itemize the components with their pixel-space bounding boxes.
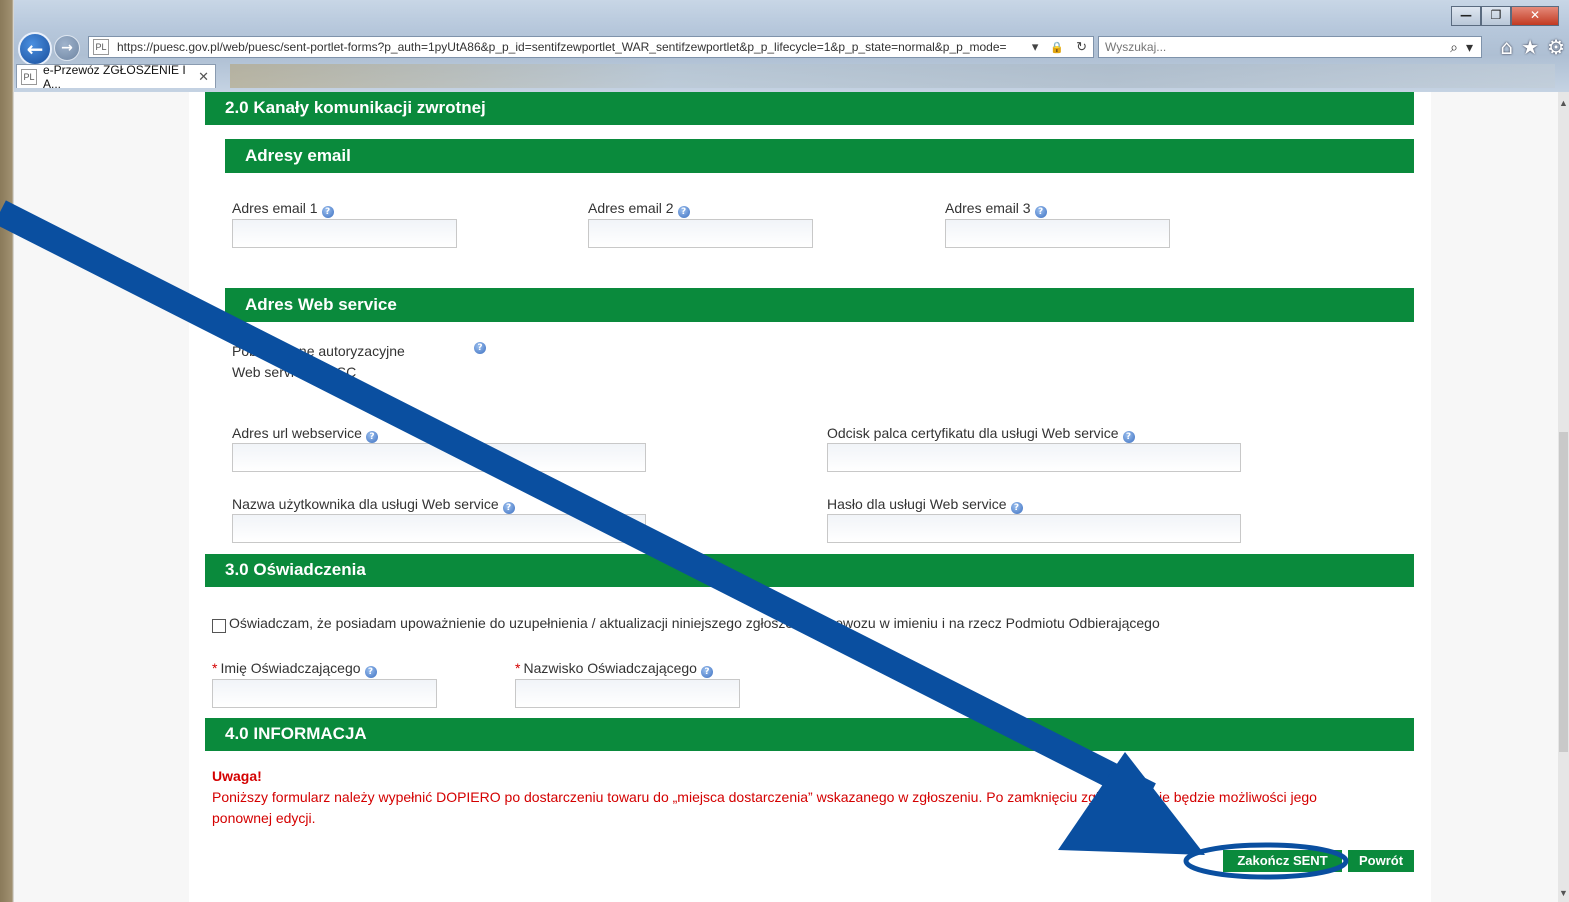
ws-url-input[interactable] (232, 443, 646, 472)
ws-password-input[interactable] (827, 514, 1241, 543)
search-bar[interactable]: ⌕ ▾ (1098, 36, 1482, 58)
help-icon[interactable]: ? (677, 206, 690, 218)
tab-strip (230, 64, 1555, 88)
minimize-button[interactable]: — (1451, 6, 1481, 26)
email-1-input[interactable] (232, 219, 457, 248)
fetch-auth-label: Pobierz dane autoryzacyjne Web service z… (232, 341, 405, 383)
section-header-feedback: 2.0 Kanały komunikacji zwrotnej (205, 92, 1414, 125)
back-form-button[interactable]: Powrót (1348, 850, 1414, 872)
email-2-label: Adres email 2? (588, 200, 690, 218)
warning-message: Uwaga! Poniższy formularz należy wypełni… (212, 766, 1392, 829)
fetch-auth-label-line2: Web service z SISC (232, 364, 357, 380)
site-favicon-icon: PL (93, 39, 109, 55)
help-icon[interactable]: ? (321, 206, 334, 218)
scroll-up-icon[interactable]: ▲ (1558, 98, 1569, 108)
ws-password-label: Hasło dla usługi Web service? (827, 496, 1023, 514)
close-tab-icon[interactable]: ✕ (198, 69, 209, 85)
back-button[interactable]: ← (18, 32, 52, 66)
ws-fingerprint-input[interactable] (827, 443, 1241, 472)
window-controls: — ❐ ✕ (1451, 6, 1559, 26)
email-2-input[interactable] (588, 219, 813, 248)
refresh-icon[interactable]: ↻ (1076, 39, 1087, 55)
finish-sent-button[interactable]: Zakończ SENT (1223, 850, 1345, 872)
authorization-checkbox[interactable] (212, 619, 226, 633)
warning-text-line1: Poniższy formularz należy wypełnić DOPIE… (212, 789, 1317, 805)
page-viewport: 2.0 Kanały komunikacji zwrotnej Adresy e… (14, 92, 1558, 902)
close-window-button[interactable]: ✕ (1511, 6, 1559, 26)
section-header-info: 4.0 INFORMACJA (205, 718, 1414, 751)
scrollbar-thumb[interactable] (1559, 432, 1568, 752)
url-dropdown-icon[interactable]: ▾ (1032, 39, 1039, 55)
help-icon[interactable]: ? (1034, 206, 1047, 218)
ws-url-label: Adres url webservice? (232, 425, 378, 443)
warning-title: Uwaga! (212, 768, 262, 784)
ws-fingerprint-label: Odcisk palca certyfikatu dla usługi Web … (827, 425, 1135, 443)
section-header-emails: Adresy email (225, 139, 1414, 173)
settings-gear-icon[interactable]: ⚙ (1547, 35, 1565, 59)
restore-button[interactable]: ❐ (1481, 6, 1511, 26)
browser-tab[interactable]: PL e-Przewóz ZGŁOSZENIE I A... ✕ (16, 62, 216, 91)
help-icon[interactable]: ? (365, 431, 378, 443)
ws-username-input[interactable] (232, 514, 646, 543)
browser-toolbar: ⌂ ★ ⚙ (1500, 35, 1565, 59)
tab-favicon-icon: PL (21, 68, 37, 85)
search-dropdown-icon[interactable]: ▾ (1466, 39, 1473, 56)
section-header-declarations: 3.0 Oświadczenia (205, 554, 1414, 587)
favorites-star-icon[interactable]: ★ (1521, 35, 1539, 59)
address-bar[interactable]: PL ▾ 🔒 ↻ (88, 36, 1094, 58)
required-mark: * (212, 660, 218, 676)
email-3-label: Adres email 3? (945, 200, 1047, 218)
required-mark: * (515, 660, 521, 676)
fetch-auth-label-line1: Pobierz dane autoryzacyjne (232, 343, 405, 359)
warning-text-line2: ponownej edycji. (212, 810, 316, 826)
arrow-left-icon: ← (26, 37, 44, 61)
last-name-label: * Nazwisko Oświadczającego? (515, 660, 713, 678)
help-icon[interactable]: ? (700, 666, 713, 678)
last-name-input[interactable] (515, 679, 740, 708)
section-header-webservice: Adres Web service (225, 288, 1414, 322)
lock-icon[interactable]: 🔒 (1050, 41, 1064, 54)
url-input[interactable] (115, 39, 1026, 55)
authorization-checkbox-label: Oświadczam, że posiadam upoważnienie do … (229, 615, 1160, 631)
email-1-label: Adres email 1? (232, 200, 334, 218)
tab-title: e-Przewóz ZGŁOSZENIE I A... (43, 62, 186, 91)
email-3-input[interactable] (945, 219, 1170, 248)
search-icon[interactable]: ⌕ (1450, 39, 1458, 56)
help-icon[interactable]: ? (1010, 502, 1023, 514)
ws-username-label: Nazwa użytkownika dla usługi Web service… (232, 496, 515, 514)
help-icon[interactable]: ? (474, 342, 486, 354)
vertical-scrollbar[interactable]: ▲ ▼ (1558, 92, 1569, 902)
arrow-right-icon: → (61, 40, 73, 56)
scroll-down-icon[interactable]: ▼ (1558, 888, 1569, 898)
help-icon[interactable]: ? (502, 502, 515, 514)
first-name-label: * Imię Oświadczającego? (212, 660, 377, 678)
help-icon[interactable]: ? (364, 666, 377, 678)
forward-button[interactable]: → (54, 35, 80, 61)
help-icon[interactable]: ? (1122, 431, 1135, 443)
search-input[interactable] (1099, 39, 1451, 55)
home-icon[interactable]: ⌂ (1500, 35, 1513, 59)
first-name-input[interactable] (212, 679, 437, 708)
form-page: 2.0 Kanały komunikacji zwrotnej Adresy e… (189, 92, 1431, 902)
